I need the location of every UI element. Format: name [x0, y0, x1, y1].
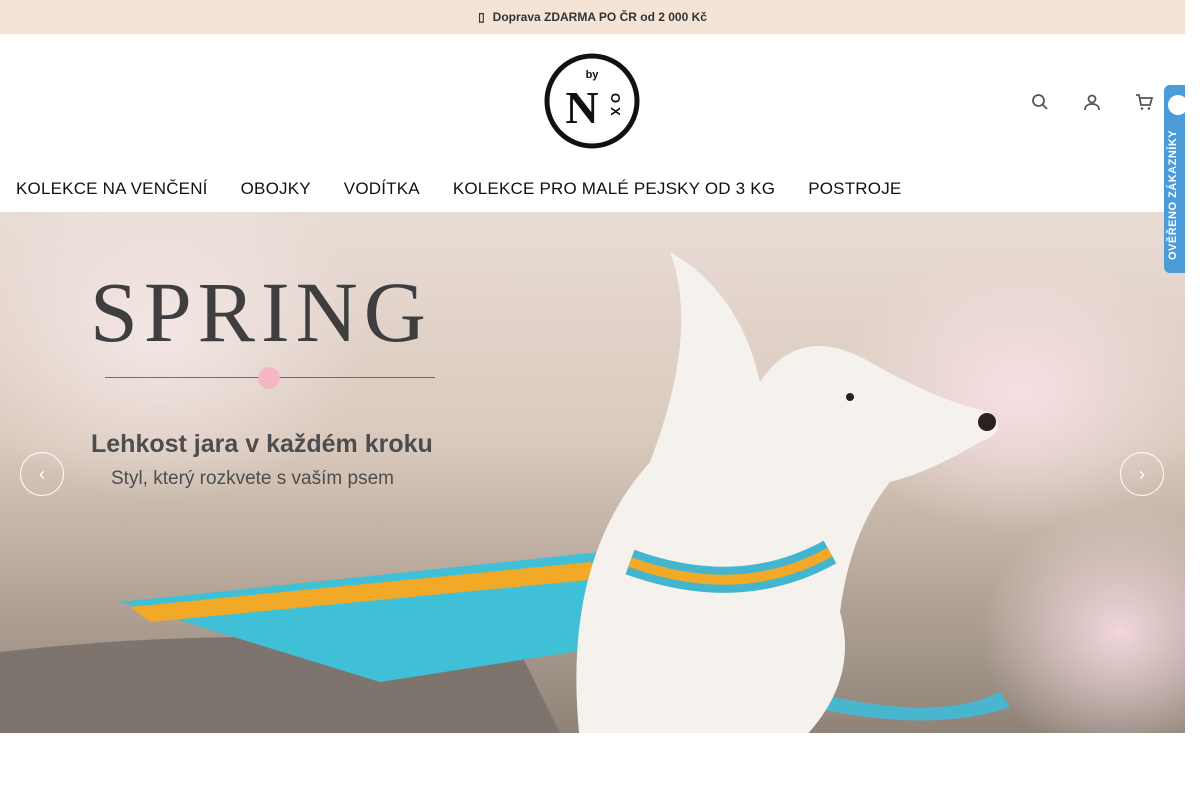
- nav-item-leashes[interactable]: VODÍTKA: [344, 179, 420, 199]
- hero-headline: Lehkost jara v každém kroku: [91, 430, 433, 458]
- shipping-banner: ▯ Doprava ZDARMA PO ČR od 2 000 Kč: [0, 0, 1185, 34]
- logo-n-letter: N: [565, 82, 598, 133]
- chevron-left-icon: ‹: [39, 463, 45, 484]
- logo-x-letter: X: [608, 107, 623, 116]
- logo-by-text: by: [586, 69, 600, 81]
- nav-item-collars[interactable]: OBOJKY: [241, 179, 311, 199]
- logo-o-letter: O: [608, 93, 623, 103]
- site-logo[interactable]: by N O X: [544, 53, 640, 149]
- verified-seal-icon: [1168, 95, 1185, 115]
- nav-item-walking-collection[interactable]: KOLEKCE NA VENČENÍ: [16, 179, 208, 199]
- search-icon[interactable]: [1029, 91, 1051, 113]
- user-icon[interactable]: [1081, 91, 1103, 113]
- header-actions: [1029, 91, 1155, 113]
- main-navigation: KOLEKCE NA VENČENÍ OBOJKY VODÍTKA KOLEKC…: [0, 166, 1185, 212]
- slider-next-button[interactable]: ›: [1120, 452, 1164, 496]
- nav-item-small-dogs[interactable]: KOLEKCE PRO MALÉ PEJSKY OD 3 KG: [453, 179, 775, 199]
- shipping-banner-text: Doprava ZDARMA PO ČR od 2 000 Kč: [492, 10, 707, 24]
- cart-icon[interactable]: [1133, 91, 1155, 113]
- hero-subheadline: Styl, který rozkvete s vaším psem: [111, 468, 394, 489]
- chevron-right-icon: ›: [1139, 463, 1145, 484]
- truck-icon: ▯: [478, 10, 485, 24]
- verified-customers-label: OVĚŘENO ZÁKAZNÍKY: [1167, 129, 1179, 260]
- blossom-icon: [258, 367, 280, 389]
- site-header: by N O X: [0, 34, 1185, 166]
- slider-prev-button[interactable]: ‹: [20, 452, 64, 496]
- hero-title: SPRING: [90, 264, 432, 360]
- white-dog-photo: [576, 252, 998, 733]
- nav-item-harnesses[interactable]: POSTROJE: [808, 179, 901, 199]
- verified-customers-badge[interactable]: OVĚŘENO ZÁKAZNÍKY: [1164, 85, 1185, 273]
- hero-banner[interactable]: SPRING Lehkost jara v každém kroku Styl,…: [0, 212, 1185, 733]
